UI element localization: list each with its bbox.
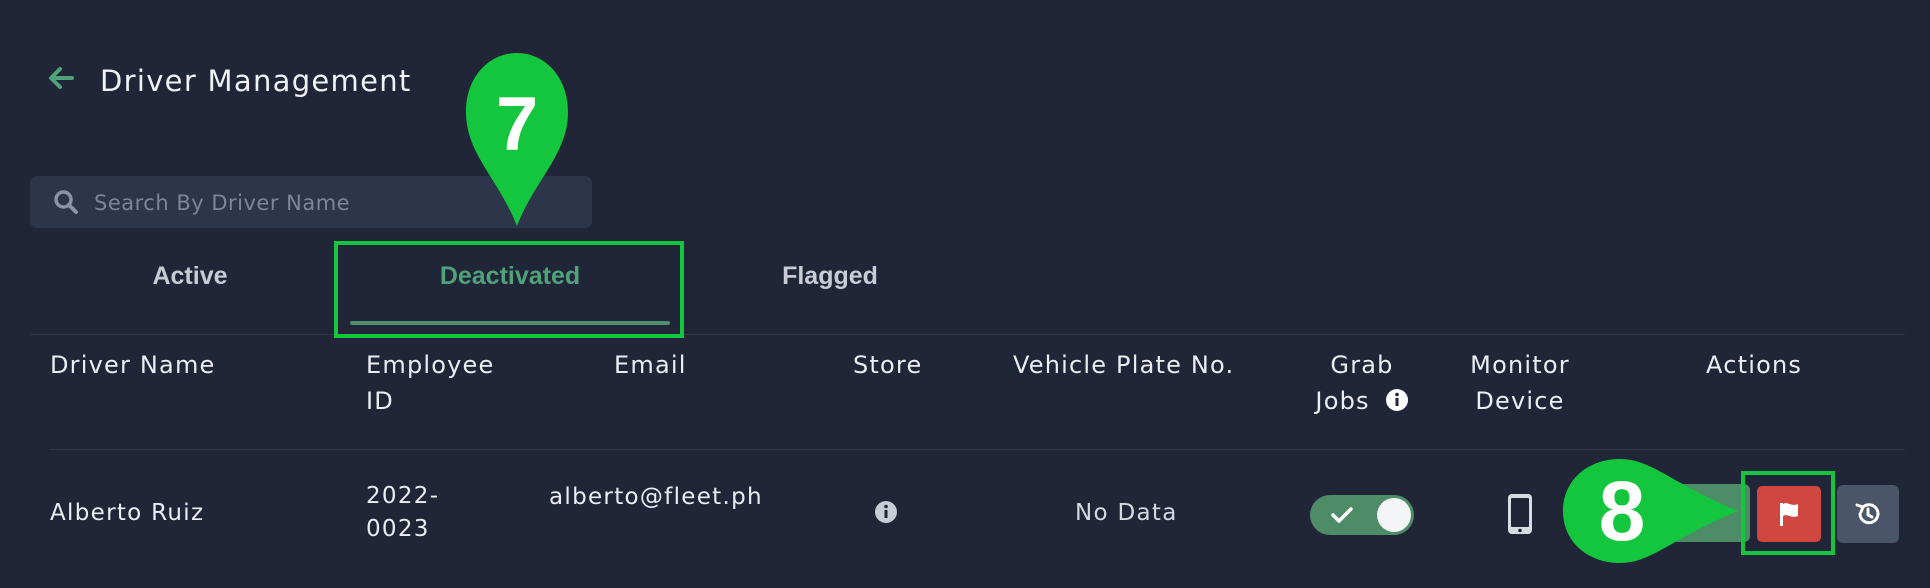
header-employee-id-line2: ID <box>366 387 394 415</box>
cell-email: alberto@fleet.ph <box>549 484 763 510</box>
annotation-highlight-box <box>334 241 684 338</box>
header-actions: Actions <box>1706 351 1803 379</box>
store-info-icon[interactable] <box>874 500 898 528</box>
annotation-number: 8 <box>1599 464 1646 558</box>
history-icon <box>1855 503 1880 525</box>
tab-active[interactable]: Active <box>100 262 280 291</box>
search-icon <box>52 188 80 220</box>
grab-jobs-toggle[interactable] <box>1310 495 1414 535</box>
header-driver-name: Driver Name <box>50 351 216 379</box>
header-grab-jobs-line1: Grab <box>1330 351 1394 379</box>
mobile-phone-icon <box>1506 492 1534 540</box>
annotation-number: 7 <box>496 82 538 167</box>
history-button[interactable] <box>1837 485 1899 543</box>
divider <box>30 334 1905 335</box>
header-store: Store <box>853 351 923 379</box>
check-icon <box>1330 505 1354 529</box>
header-employee-id-line1: Employee <box>366 351 495 379</box>
info-icon[interactable] <box>1385 386 1409 422</box>
annotation-pin-marker: 7 <box>462 50 572 234</box>
header-monitor-device-line2: Device <box>1475 387 1565 415</box>
cell-employee-id-line2: 0023 <box>366 516 430 542</box>
row-divider <box>50 449 1905 450</box>
cell-employee-id: 2022- 0023 <box>366 480 486 546</box>
header-monitor-device-line1: Monitor <box>1470 351 1570 379</box>
header-grab-jobs: Grab Jobs <box>1300 347 1424 422</box>
header-email: Email <box>614 351 687 379</box>
cell-employee-id-line1: 2022- <box>366 483 440 509</box>
annotation-pin-marker: 8 <box>1560 456 1740 570</box>
back-arrow-icon[interactable] <box>42 58 82 98</box>
header-employee-id: Employee ID <box>366 347 526 419</box>
header-grab-jobs-line2-wrap: Jobs <box>1300 383 1424 422</box>
annotation-highlight-box <box>1741 471 1835 555</box>
toggle-knob <box>1377 498 1411 532</box>
cell-driver-name: Alberto Ruiz <box>50 500 205 526</box>
header-vehicle-plate: Vehicle Plate No. <box>1013 351 1235 379</box>
header-monitor-device: Monitor Device <box>1460 347 1580 419</box>
cell-vehicle-plate: No Data <box>1075 500 1178 526</box>
tab-flagged[interactable]: Flagged <box>740 262 920 291</box>
header-grab-jobs-line2: Jobs <box>1315 387 1370 415</box>
page-title: Driver Management <box>100 64 412 98</box>
